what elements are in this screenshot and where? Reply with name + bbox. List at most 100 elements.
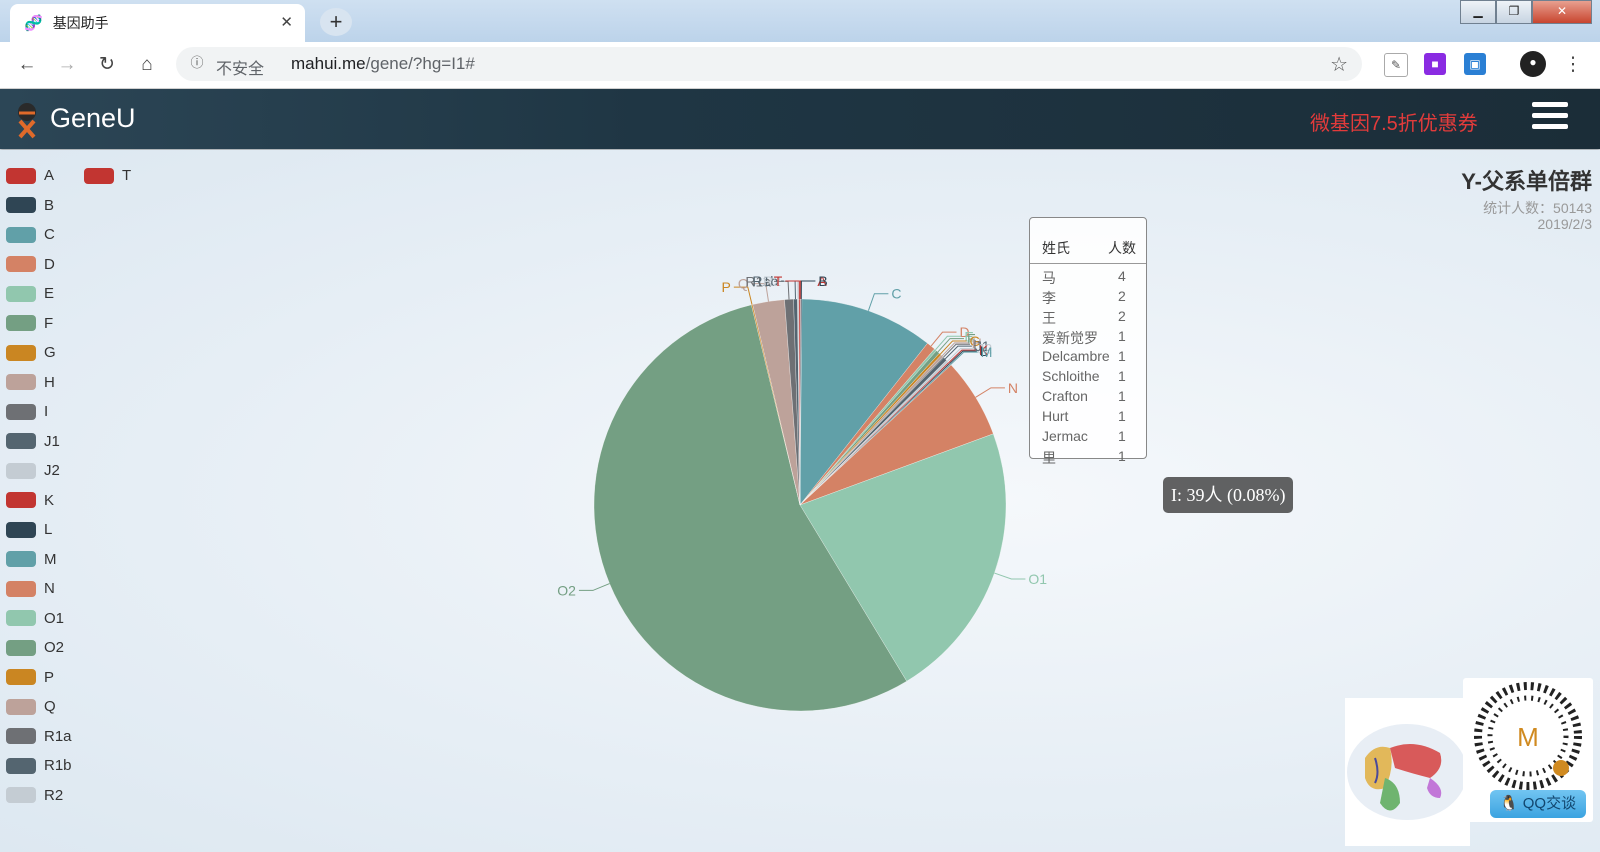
surname-cell: Crafton [1042, 388, 1088, 404]
reload-icon[interactable]: ↻ [94, 52, 120, 78]
surname-cell: Delcambre [1042, 348, 1110, 364]
chart-title: Y-父系单倍群 [1461, 169, 1592, 194]
legend-item-r1a[interactable]: R1a [6, 728, 72, 745]
legend-item-n[interactable]: N [6, 580, 55, 597]
legend-item-h[interactable]: H [6, 374, 55, 391]
extension-purple-icon[interactable]: ■ [1424, 53, 1446, 75]
legend-label: R1b [44, 757, 72, 774]
legend-item-i[interactable]: I [6, 403, 48, 420]
legend-swatch [6, 374, 36, 390]
col-surname-header: 姓氏 [1042, 240, 1070, 256]
leader-line-o2 [578, 583, 610, 591]
legend-swatch [6, 197, 36, 213]
legend-swatch [6, 728, 36, 744]
url-host: mahui.me [291, 54, 366, 73]
leader-line-r2 [783, 280, 799, 300]
home-icon[interactable]: ⌂ [134, 52, 160, 78]
legend-swatch [6, 580, 36, 597]
slice-label-c: C [891, 286, 901, 302]
surname-table-tooltip: 姓氏 人数 马 4 李 2 王 2 爱新觉罗 1 Delcambre 1 Schloithe 1 Cra… [1029, 217, 1147, 466]
legend-swatch [84, 167, 114, 184]
legend-item-j1[interactable]: J1 [6, 433, 60, 450]
hamburger-menu-icon[interactable] [1532, 102, 1568, 132]
extension-blue-icon[interactable]: ▣ [1464, 53, 1486, 75]
info-icon[interactable]: ⓘ [188, 54, 206, 72]
forward-arrow-icon[interactable]: → [54, 52, 80, 78]
legend-label: Q [44, 698, 56, 715]
legend-swatch [6, 256, 36, 272]
extension-eraser-icon[interactable]: ✎ [1384, 53, 1408, 77]
profile-avatar[interactable]: ● [1520, 51, 1546, 77]
legend-item-t[interactable]: T [84, 167, 131, 184]
legend-item-c[interactable]: C [6, 226, 55, 243]
stat-date: 2019/2/3 [1537, 216, 1593, 232]
browser-tab[interactable]: 🧬 基因助手 ✕ [10, 4, 305, 42]
count-cell: 1 [1118, 368, 1126, 384]
legend-label: R2 [44, 786, 64, 804]
legend-item-o2[interactable]: O2 [6, 639, 64, 656]
slice-label-t: T [774, 273, 783, 289]
count-cell: 1 [1118, 328, 1126, 344]
legend-swatch [6, 226, 36, 243]
count-cell: 1 [1118, 348, 1126, 364]
legend-swatch [6, 433, 36, 449]
legend-label: O1 [44, 609, 65, 627]
url-path: /gene/?hg=I1# [365, 54, 475, 73]
insecure-label: 不安全 [216, 61, 265, 78]
brand-name[interactable]: GeneU [50, 103, 136, 134]
legend-item-q[interactable]: Q [6, 698, 56, 715]
world-map-thumbnail[interactable] [1345, 698, 1470, 846]
chart-subtitle: 统计人数：50143 2019/2/3 [1483, 200, 1592, 232]
legend-swatch [6, 787, 36, 803]
legend-item-b[interactable]: B [6, 197, 54, 214]
close-window-button[interactable]: ✕ [1532, 0, 1592, 24]
surname-cell: 李 [1042, 290, 1056, 306]
surname-cell: Hurt [1042, 408, 1069, 424]
leader-line-o1 [994, 572, 1026, 580]
leader-line-b [800, 280, 816, 300]
legend-item-d[interactable]: D [6, 256, 55, 273]
legend-label: R1a [44, 727, 72, 745]
qq-chat-label: QQ交谈 [1522, 795, 1577, 812]
dna-logo-icon [18, 103, 36, 139]
legend-item-r1b[interactable]: R1b [6, 757, 72, 774]
leader-line-c [867, 293, 889, 311]
qr-center-logo: M [1517, 722, 1539, 752]
promo-link[interactable]: 微基因7.5折优惠券 [1310, 107, 1478, 136]
legend-item-o1[interactable]: O1 [6, 610, 64, 627]
legend-item-e[interactable]: E [6, 285, 54, 302]
surname-cell: 马 [1042, 270, 1056, 286]
slice-label-o1: O1 [1028, 571, 1047, 587]
legend-item-r2[interactable]: R2 [6, 787, 63, 804]
legend-item-a[interactable]: A [6, 167, 54, 184]
legend-item-j2[interactable]: J2 [6, 462, 60, 479]
close-tab-icon[interactable]: ✕ [280, 13, 293, 31]
url-text[interactable]: mahui.me/gene/?hg=I1# [291, 54, 475, 74]
browser-menu-icon[interactable]: ⋮ [1560, 52, 1586, 78]
legend-swatch [6, 344, 36, 361]
back-arrow-icon[interactable]: ← [14, 52, 40, 78]
maximize-window-button[interactable]: ❐ [1496, 0, 1532, 24]
address-toolbar: ← → ↻ ⌂ ⓘ 不安全 mahui.me/gene/?hg=I1# ☆ ✎ … [0, 42, 1600, 89]
surname-cell: Schloithe [1042, 368, 1100, 384]
gene-favicon-icon: 🧬 [24, 15, 43, 32]
legend-label: T [122, 167, 132, 184]
legend-item-f[interactable]: F [6, 315, 53, 332]
new-tab-button[interactable]: + [320, 8, 352, 36]
slice-value-tooltip: I: 39人 (0.08%) [1163, 477, 1294, 513]
count-cell: 2 [1118, 288, 1126, 304]
slice-label-b: B [818, 273, 827, 289]
bookmark-star-icon[interactable]: ☆ [1330, 52, 1348, 77]
legend-label: L [44, 521, 53, 538]
legend-item-k[interactable]: K [6, 492, 54, 509]
legend-label: J2 [44, 462, 60, 479]
qq-chat-button[interactable]: 🐧 QQ交谈 [1490, 790, 1586, 818]
legend-item-m[interactable]: M [6, 551, 57, 568]
legend-item-l[interactable]: L [6, 521, 52, 538]
legend-label: C [44, 226, 55, 243]
count-cell: 1 [1118, 448, 1126, 464]
address-bar[interactable]: ⓘ 不安全 mahui.me/gene/?hg=I1# ☆ [176, 47, 1362, 81]
minimize-window-button[interactable]: ▁ [1460, 0, 1496, 24]
legend-item-p[interactable]: P [6, 669, 54, 686]
legend-item-g[interactable]: G [6, 344, 56, 361]
